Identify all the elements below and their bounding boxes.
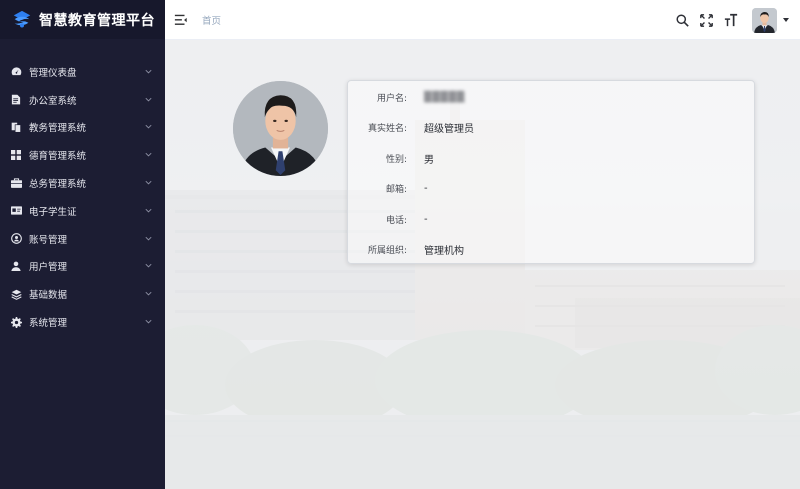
layers-icon — [10, 288, 22, 300]
sidebar-item-label: 电子学生证 — [29, 206, 77, 218]
field-phone: 电话: - — [348, 204, 754, 235]
field-value: - — [424, 213, 428, 225]
sidebar-menu: 管理仪表盘 办公室系统 教务管理系统 德育管理系统 总务管理系统 电子学生证 账… — [0, 39, 165, 336]
chevron-down-icon — [145, 236, 152, 241]
account-circle-icon — [10, 233, 22, 245]
gear-icon — [10, 316, 22, 328]
chevron-down-icon — [145, 264, 152, 268]
field-value: ▒▒▒▒▒ — [424, 91, 465, 103]
top-header: 首页 — [165, 0, 800, 40]
main-content: 用户名: ▒▒▒▒▒ 真实姓名: 超级管理员 性别: 男 邮箱: - 电话: -… — [165, 40, 800, 489]
chevron-down-icon — [145, 208, 152, 213]
sidebar-item-users[interactable]: 用户管理 — [0, 253, 165, 281]
avatar[interactable] — [752, 7, 777, 33]
field-label: 电话: — [385, 215, 407, 226]
chevron-down-icon — [145, 292, 152, 296]
sidebar-item-general-affairs[interactable]: 总务管理系统 — [0, 169, 165, 197]
sidebar-item-accounts[interactable]: 账号管理 — [0, 225, 165, 253]
sidebar-item-basic-data[interactable]: 基础数据 — [0, 280, 165, 308]
briefcase-icon — [10, 177, 22, 189]
chevron-down-icon — [145, 319, 152, 324]
field-label: 所属组织: — [367, 246, 407, 257]
chevron-down-icon — [145, 69, 152, 74]
app-title: 智慧教育管理平台 — [39, 12, 155, 29]
sidebar-item-label: 德育管理系统 — [29, 151, 87, 163]
sidebar-item-label: 账号管理 — [29, 234, 68, 246]
field-email: 邮箱: - — [348, 174, 754, 205]
document-icon — [10, 94, 22, 106]
font-size-icon — [724, 13, 737, 27]
breadcrumb-home[interactable]: 首页 — [202, 13, 221, 27]
id-card-icon — [10, 205, 22, 217]
sidebar-item-label: 办公室系统 — [29, 95, 77, 107]
user-icon — [10, 260, 22, 272]
header-tools — [675, 0, 800, 40]
field-label: 真实姓名: — [367, 124, 407, 135]
sidebar-item-student-card[interactable]: 电子学生证 — [0, 197, 165, 225]
field-username: 用户名: ▒▒▒▒▒ — [348, 82, 754, 113]
field-label: 用户名: — [376, 93, 407, 104]
sidebar-item-moral[interactable]: 德育管理系统 — [0, 141, 165, 169]
sidebar-item-academic[interactable]: 教务管理系统 — [0, 114, 165, 142]
field-value: - — [424, 183, 428, 195]
sidebar-item-dashboard[interactable]: 管理仪表盘 — [0, 58, 165, 86]
field-real-name: 真实姓名: 超级管理员 — [348, 113, 754, 144]
search-icon — [676, 13, 689, 27]
sidebar-item-label: 总务管理系统 — [29, 179, 87, 191]
menu-toggle-icon[interactable] — [174, 13, 188, 27]
chevron-down-icon — [145, 97, 152, 102]
copy-icon — [10, 121, 22, 133]
logo[interactable]: 智慧教育管理平台 — [0, 0, 165, 39]
sidebar-item-office[interactable]: 办公室系统 — [0, 86, 165, 114]
sidebar-item-label: 基础数据 — [29, 290, 68, 302]
field-value: 男 — [424, 154, 434, 166]
field-label: 性别: — [385, 154, 407, 165]
profile-avatar[interactable] — [233, 81, 328, 176]
field-gender: 性别: 男 — [348, 143, 754, 174]
search-button[interactable] — [675, 13, 690, 28]
sidebar-item-label: 管理仪表盘 — [29, 67, 77, 79]
sidebar-item-label: 系统管理 — [29, 318, 68, 330]
field-value: 管理机构 — [424, 246, 464, 258]
sidebar-item-label: 教务管理系统 — [29, 123, 87, 135]
field-label: 邮箱: — [385, 185, 407, 196]
fullscreen-button[interactable] — [699, 13, 714, 28]
sidebar-item-label: 用户管理 — [29, 262, 68, 274]
chevron-down-icon — [145, 125, 152, 129]
user-menu[interactable] — [752, 7, 789, 33]
grid-icon — [10, 149, 22, 161]
profile-info-card: 用户名: ▒▒▒▒▒ 真实姓名: 超级管理员 性别: 男 邮箱: - 电话: -… — [347, 80, 755, 264]
sidebar: 智慧教育管理平台 管理仪表盘 办公室系统 教务管理系统 德育管理系统 总务管理系… — [0, 0, 165, 489]
sidebar-item-system[interactable]: 系统管理 — [0, 308, 165, 336]
font-size-button[interactable] — [723, 13, 738, 28]
chevron-down-icon — [145, 153, 152, 157]
chevron-down-icon — [145, 180, 152, 185]
dashboard-icon — [10, 66, 22, 78]
field-organization: 所属组织: 管理机构 — [348, 235, 754, 266]
field-value: 超级管理员 — [424, 124, 474, 136]
caret-down-icon — [783, 17, 789, 22]
fullscreen-icon — [700, 13, 713, 27]
logo-icon — [13, 10, 31, 28]
